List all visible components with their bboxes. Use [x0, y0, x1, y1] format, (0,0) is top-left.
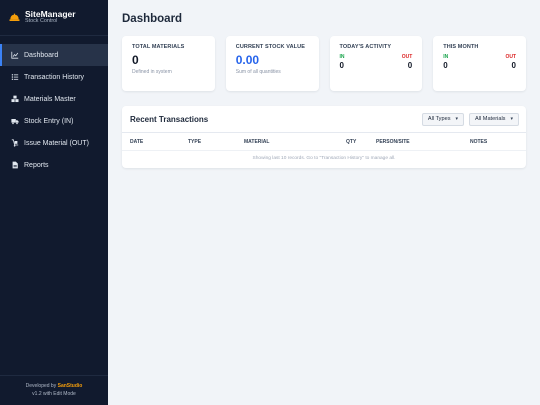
column-header-type[interactable]: TYPE [188, 139, 244, 145]
panel-title: Recent Transactions [130, 114, 209, 124]
select-value: All Materials [475, 116, 506, 122]
card-label: CURRENT STOCK VALUE [235, 44, 305, 50]
sidebar-item-dashboard[interactable]: Dashboard [0, 44, 108, 66]
helmet-icon [9, 13, 20, 21]
sidebar-item-reports[interactable]: Reports [0, 154, 108, 176]
out-label: OUT [505, 54, 516, 60]
sidebar-item-issue-material[interactable]: Issue Material (OUT) [0, 132, 108, 154]
out-label: OUT [401, 54, 413, 60]
today-in-value: 0 [339, 61, 344, 70]
material-filter-select[interactable]: All Materials ▾ [469, 112, 519, 126]
empty-state-note: Showing last 10 records. Go to "Transact… [252, 156, 396, 161]
out-column: OUT 0 [402, 54, 413, 70]
sidebar-item-materials-master[interactable]: Materials Master [0, 88, 108, 110]
column-header-person-site[interactable]: PERSON/SITE [376, 139, 470, 145]
table-header: DATE TYPE MATERIAL QTY PERSON/SITE NOTES [122, 133, 526, 151]
total-materials-card: TOTAL MATERIALS 0 Defined in system [122, 36, 215, 91]
month-out-value: 0 [511, 61, 516, 70]
sidebar-item-label: Reports [24, 161, 49, 169]
cubes-icon [10, 95, 19, 104]
recent-transactions-panel: Recent Transactions All Types ▾ All Mate… [122, 106, 526, 168]
sidebar-item-label: Issue Material (OUT) [24, 139, 89, 147]
sidebar-item-transaction-history[interactable]: Transaction History [0, 66, 108, 88]
card-label: TOTAL MATERIALS [132, 44, 185, 50]
today-out-value: 0 [407, 61, 413, 70]
this-month-card: THIS MONTH IN 0 OUT 0 [433, 36, 526, 91]
stock-value: 0.00 [235, 53, 260, 67]
today-activity-card: TODAY'S ACTIVITY IN 0 OUT 0 [329, 36, 423, 91]
sidebar-item-label: Transaction History [24, 73, 85, 81]
in-out-row: IN 0 OUT 0 [340, 54, 413, 70]
developer-prefix: Developed by [25, 383, 57, 389]
card-hint: Sum of all quantities [235, 69, 281, 76]
select-value: All Types [427, 116, 451, 122]
sidebar-nav: Dashboard Transaction History Materials … [0, 44, 108, 176]
sidebar-item-label: Stock Entry (IN) [24, 117, 74, 125]
chart-line-icon [10, 51, 19, 60]
main-content: Dashboard TOTAL MATERIALS 0 Defined in s… [108, 0, 540, 405]
out-column: OUT 0 [505, 54, 516, 70]
month-in-value: 0 [443, 61, 448, 70]
chevron-down-icon: ▾ [510, 116, 513, 122]
column-header-material[interactable]: MATERIAL [244, 139, 346, 145]
card-label: TODAY'S ACTIVITY [339, 44, 392, 50]
in-column: IN 0 [340, 54, 345, 70]
sidebar-footer: Developed by SanStudio v1.2 with Edit Mo… [0, 375, 108, 405]
sidebar-item-label: Materials Master [24, 95, 76, 103]
card-label: THIS MONTH [443, 44, 479, 50]
stock-value-card: CURRENT STOCK VALUE 0.00 Sum of all quan… [225, 36, 319, 91]
sidebar: SiteManager Stock Control Dashboard Tran… [0, 0, 108, 405]
truck-icon [10, 117, 19, 126]
version-text: v1.2 with Edit Mode [32, 391, 76, 397]
developer-brand[interactable]: SanStudio [58, 383, 83, 389]
total-materials-value: 0 [132, 53, 139, 67]
brand-subtitle: Stock Control [25, 17, 58, 24]
brand[interactable]: SiteManager Stock Control [0, 0, 108, 36]
sidebar-item-stock-entry[interactable]: Stock Entry (IN) [0, 110, 108, 132]
chevron-down-icon: ▾ [455, 116, 459, 122]
type-filter-select[interactable]: All Types ▾ [421, 112, 465, 126]
column-header-date[interactable]: DATE [130, 139, 188, 145]
file-icon [10, 161, 19, 170]
in-label: IN [443, 54, 449, 60]
developer-credit: Developed by SanStudio [0, 382, 108, 390]
panel-header: Recent Transactions All Types ▾ All Mate… [122, 106, 526, 133]
dolly-icon [10, 139, 19, 148]
list-icon [10, 73, 19, 82]
column-header-qty[interactable]: QTY [346, 139, 376, 145]
column-header-notes[interactable]: NOTES [470, 139, 487, 145]
page-title: Dashboard [122, 13, 183, 25]
in-label: IN [339, 54, 345, 60]
in-column: IN 0 [443, 54, 448, 70]
card-hint: Defined in system [132, 69, 172, 76]
filters: All Types ▾ All Materials ▾ [421, 112, 519, 126]
in-out-row: IN 0 OUT 0 [443, 54, 516, 70]
sidebar-item-label: Dashboard [24, 51, 59, 59]
stat-cards: TOTAL MATERIALS 0 Defined in system CURR… [122, 36, 526, 91]
